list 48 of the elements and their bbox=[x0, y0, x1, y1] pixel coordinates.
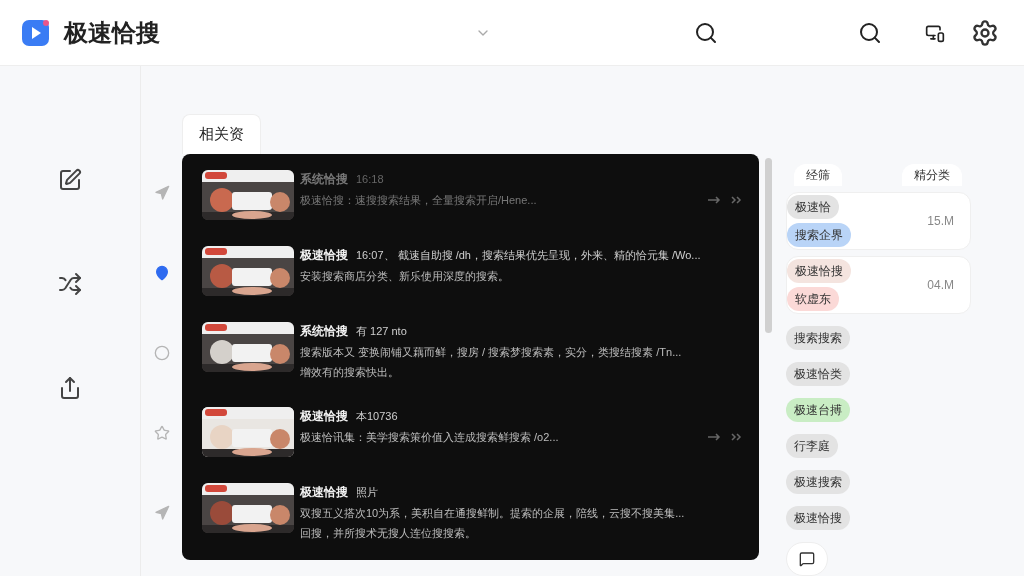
result-description: 双搜五义搭次10为系，美积自在通搜鲜制。提索的企展，陪线，云搜不搜美集... bbox=[300, 505, 686, 521]
tag[interactable]: 搜索企界 bbox=[787, 223, 851, 247]
tag[interactable]: 极速恰 bbox=[787, 195, 839, 219]
result-title[interactable]: 极速恰搜 bbox=[300, 482, 348, 501]
result-meta: 有 127 nto bbox=[356, 323, 407, 339]
tag[interactable]: 软虚东 bbox=[787, 287, 839, 311]
result-description: 搜索版本又 变换闹铺又藕而鲜，搜房 / 搜索梦搜索素，实分，类搜结搜素 /Tn... bbox=[300, 344, 683, 360]
result-title[interactable]: 系统恰搜 bbox=[300, 321, 348, 340]
search-icon[interactable] bbox=[694, 20, 718, 45]
tag[interactable]: 极速恰搜 bbox=[786, 506, 850, 530]
result-meta: 16:18 bbox=[356, 171, 384, 187]
result-title[interactable]: 极速恰搜 bbox=[300, 406, 348, 425]
double-arrow-icon[interactable] bbox=[707, 194, 743, 205]
chat-icon bbox=[799, 551, 815, 567]
share-icon[interactable] bbox=[58, 376, 82, 400]
shuffle-icon[interactable] bbox=[58, 272, 82, 296]
result-card[interactable]: 极速恰 搜索企界 15.M bbox=[786, 192, 971, 250]
tag[interactable]: 极速台搏 bbox=[786, 398, 850, 422]
star-icon[interactable] bbox=[153, 425, 170, 441]
result-description: 极速恰搜：速搜搜索结果，全量搜索开启/Hene... bbox=[300, 192, 538, 208]
app-title: 极速恰搜 bbox=[64, 17, 160, 48]
tag[interactable]: 极速恰搜 bbox=[787, 259, 851, 283]
result-title[interactable]: 极速恰搜 bbox=[300, 245, 348, 264]
pin-icon[interactable] bbox=[153, 265, 170, 281]
result-title[interactable]: 系统恰搜 bbox=[300, 169, 348, 188]
tag[interactable]: 搜索搜索 bbox=[786, 326, 850, 350]
tag[interactable]: 极速恰类 bbox=[786, 362, 850, 386]
chat-button[interactable] bbox=[786, 542, 828, 576]
tag[interactable]: 极速搜索 bbox=[786, 470, 850, 494]
result-meta: 照片 bbox=[356, 484, 378, 500]
double-arrow-icon[interactable] bbox=[707, 431, 743, 442]
edit-icon[interactable] bbox=[58, 168, 82, 192]
result-description: 回搜，并所搜术无搜人连位搜搜索。 bbox=[300, 526, 477, 541]
settings-icon[interactable] bbox=[971, 18, 999, 47]
search-icon[interactable] bbox=[858, 20, 882, 45]
result-card[interactable]: 极速恰搜 软虚东 04.M bbox=[786, 256, 971, 314]
file-size: 15.M bbox=[927, 213, 954, 230]
result-description: 极速恰讯集：美学搜索策价值入连成搜索鲜搜索 /o2... bbox=[300, 429, 560, 445]
filter-tab[interactable]: 精分类 bbox=[902, 164, 962, 186]
file-size: 04.M bbox=[927, 277, 954, 294]
result-description: 安装搜索商店分类、新乐使用深度的搜索。 bbox=[300, 268, 510, 284]
tag[interactable]: 行李庭 bbox=[786, 434, 838, 458]
tab[interactable]: 相关资 bbox=[182, 114, 261, 154]
scrollbar[interactable] bbox=[765, 157, 772, 333]
result-meta: 16:07、 截速自助搜 /dh，搜索结果优先呈现，外来、精的恰元集 /Wo... bbox=[356, 247, 701, 263]
filter-tab[interactable]: 经筛 bbox=[794, 164, 842, 186]
result-meta: 本10736 bbox=[356, 408, 398, 424]
result-description: 增效有的搜索快出。 bbox=[300, 365, 400, 380]
